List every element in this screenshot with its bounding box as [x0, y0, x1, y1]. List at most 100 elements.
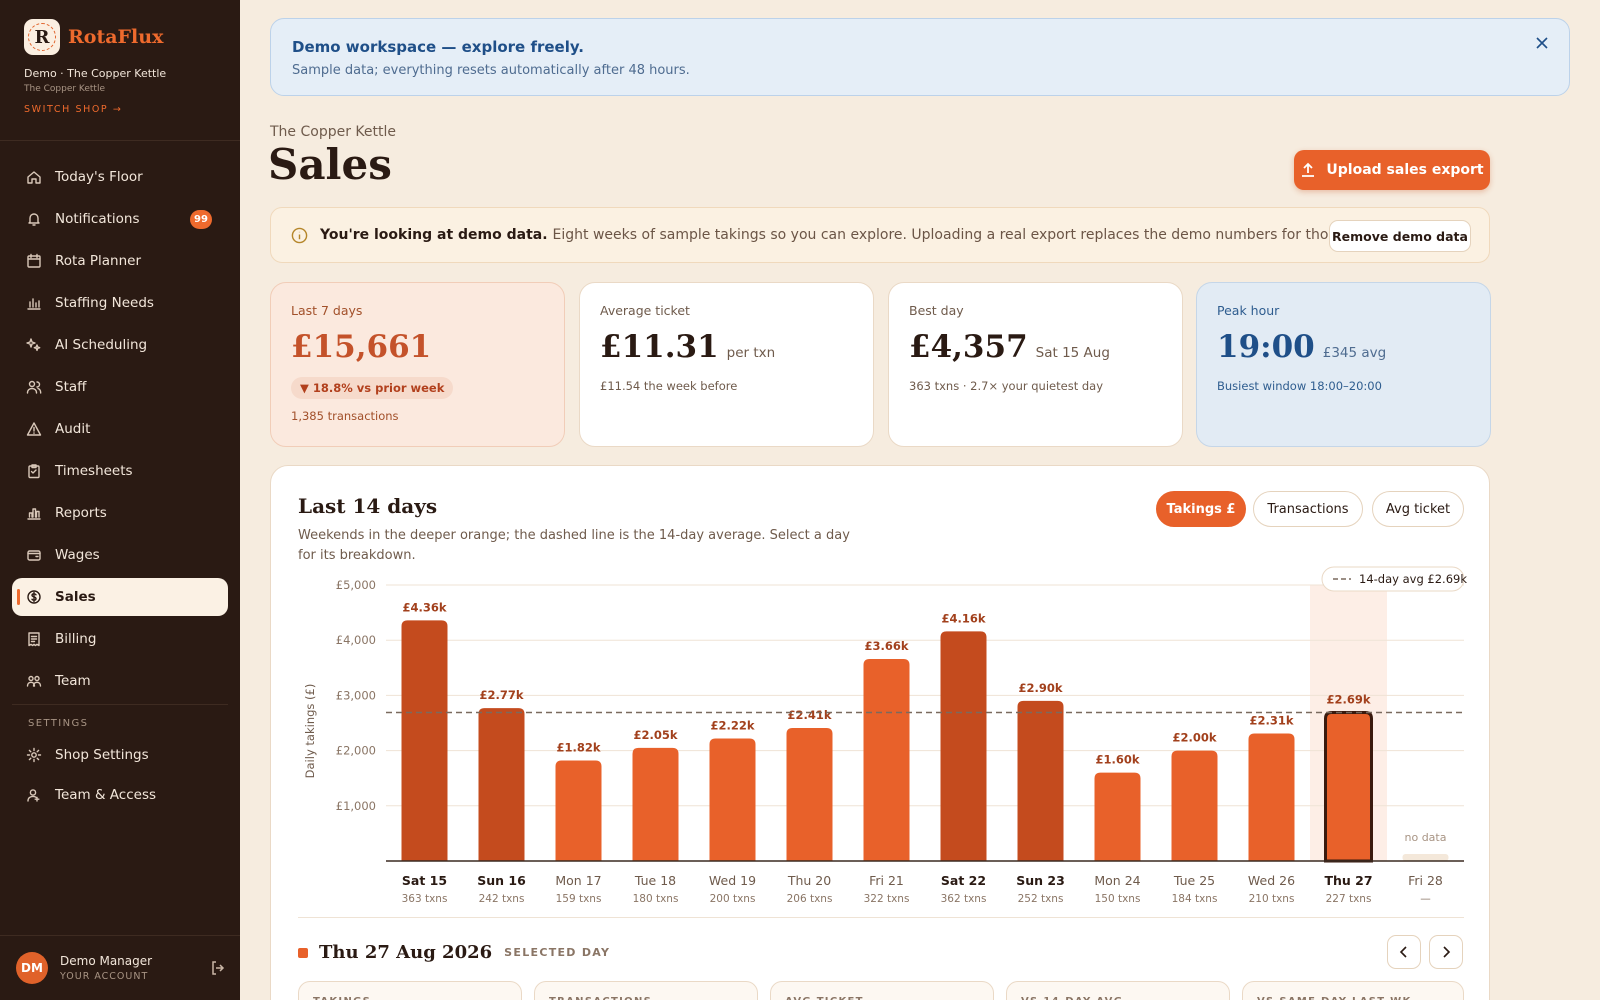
x-tick-label: Mon 24 [1094, 873, 1140, 888]
selected-transactions-card: TRANSACTIONS [534, 981, 758, 1000]
kpi-last-7-days: Last 7 days £15,661 ▼ 18.8% vs prior wee… [270, 282, 565, 447]
bar-value-label: £2.90k [1018, 681, 1062, 695]
bar[interactable] [1324, 711, 1373, 863]
sidebar-item-team[interactable]: Team [12, 662, 228, 700]
transactions-label: 159 txns [556, 893, 602, 905]
sidebar-item-reports[interactable]: Reports [12, 494, 228, 532]
bar[interactable] [478, 708, 525, 861]
sidebar-item-label: Reports [55, 505, 107, 521]
bar[interactable] [555, 760, 602, 861]
user-access-icon [27, 789, 40, 802]
bell-icon [28, 213, 40, 226]
sidebar-item-label: Team [55, 673, 91, 689]
kpi-value: £4,357 [909, 329, 1028, 365]
wallet-icon [27, 550, 41, 561]
sidebar-item-audit[interactable]: Audit [12, 410, 228, 448]
previous-day-button[interactable] [1387, 935, 1421, 969]
sidebar-item-label: Today's Floor [55, 169, 143, 185]
upload-icon [1302, 162, 1315, 177]
sidebar-item-label: Audit [55, 421, 91, 437]
kpi-label: Best day [909, 303, 964, 318]
sidebar-item-notifications[interactable]: Notifications 99 [12, 200, 228, 238]
kpi-change-badge: ▼ 18.8% vs prior week [291, 377, 454, 399]
bar-chart-icon [27, 298, 41, 310]
sidebar-item-staffing-needs[interactable]: Staffing Needs [12, 284, 228, 322]
bar-value-label: £2.31k [1249, 713, 1293, 727]
sidebar-item-staff[interactable]: Staff [12, 368, 228, 406]
sidebar-item-sales[interactable]: Sales [12, 578, 228, 616]
sidebar-item-rota-planner[interactable]: Rota Planner [12, 242, 228, 280]
kpi-unit: £345 avg [1322, 345, 1387, 361]
sidebar-divider [0, 935, 240, 936]
bar[interactable] [786, 727, 833, 861]
kpi-label: Peak hour [1217, 303, 1280, 318]
kpi-unit: per txn [726, 345, 776, 361]
sidebar-item-team-access[interactable]: Team & Access [12, 776, 228, 814]
chart-title: Last 14 days [298, 494, 438, 518]
sidebar-item-shop-settings[interactable]: Shop Settings [12, 736, 228, 774]
clipboard-icon [28, 464, 40, 479]
remove-demo-data-button[interactable]: Remove demo data [1329, 220, 1471, 252]
logout-icon[interactable] [210, 960, 226, 976]
user-account[interactable]: DM Demo Manager YOUR ACCOUNT [16, 952, 226, 984]
upload-sales-export-button[interactable]: Upload sales export [1294, 150, 1490, 190]
kpi-value: 19:00 [1217, 329, 1315, 365]
y-tick-label: £5,000 [336, 578, 376, 592]
selected-vs-last-week-card: VS SAME DAY LAST WK [1242, 981, 1464, 1000]
breadcrumb[interactable]: The Copper Kettle [270, 124, 396, 140]
next-day-button[interactable] [1429, 935, 1463, 969]
x-tick-label: Fri 21 [869, 873, 904, 888]
x-tick-label: Thu 27 [1324, 873, 1372, 888]
transactions-label: 252 txns [1018, 893, 1064, 905]
sidebar-item-wages[interactable]: Wages [12, 536, 228, 574]
bar[interactable] [709, 738, 756, 861]
y-tick-label: £1,000 [336, 799, 376, 813]
toggle-takings[interactable]: Takings £ [1156, 491, 1246, 527]
brand[interactable]: R RotaFlux [24, 19, 163, 55]
bar[interactable] [401, 620, 448, 861]
home-icon [27, 171, 41, 184]
kpi-foot: 1,385 transactions [291, 409, 399, 423]
transactions-label: 362 txns [941, 893, 987, 905]
selected-day-title: Thu 27 Aug 2026 [319, 942, 493, 963]
sidebar-item-label: Sales [55, 589, 96, 605]
sidebar-item-today-s-floor[interactable]: Today's Floor [12, 158, 228, 196]
sidebar-item-label: Billing [55, 631, 97, 647]
close-icon[interactable] [1535, 36, 1549, 50]
sidebar: R RotaFlux Demo · The Copper Kettle The … [0, 0, 240, 1000]
kpi-average-ticket: Average ticket £11.31 per txn £11.54 the … [579, 282, 874, 447]
kpi-foot: £11.54 the week before [600, 379, 738, 393]
people-icon [26, 380, 42, 394]
bar[interactable] [632, 747, 679, 861]
workspace-name: Demo · The Copper Kettle [24, 67, 167, 80]
kpi-value: £11.31 [600, 329, 719, 365]
bar[interactable] [1094, 772, 1141, 861]
y-tick-label: £2,000 [336, 744, 376, 758]
sidebar-item-timesheets[interactable]: Timesheets [12, 452, 228, 490]
chart-description: Weekends in the deeper orange; the dashe… [298, 528, 850, 563]
toggle-avg-ticket[interactable]: Avg ticket [1372, 491, 1464, 527]
bar[interactable] [1017, 700, 1064, 861]
bar-value-label: £2.69k [1326, 693, 1370, 707]
demo-notice-heading: You're looking at demo data. [320, 227, 548, 243]
sidebar-item-label: Staffing Needs [55, 295, 154, 311]
selected-takings-card: TAKINGS [298, 981, 522, 1000]
chart-divider [298, 917, 1464, 918]
demo-notice-text: Eight weeks of sample takings so you can… [552, 227, 1393, 243]
toggle-transactions[interactable]: Transactions [1253, 491, 1363, 527]
sidebar-item-billing[interactable]: Billing [12, 620, 228, 658]
x-tick-label: Sun 16 [477, 873, 526, 888]
coin-icon [27, 590, 41, 604]
bar[interactable] [1248, 733, 1295, 861]
bar[interactable] [863, 658, 910, 861]
transactions-label: 184 txns [1172, 893, 1218, 905]
sidebar-item-label: Shop Settings [55, 747, 149, 763]
transactions-label: 242 txns [479, 893, 525, 905]
sidebar-item-ai-scheduling[interactable]: AI Scheduling [12, 326, 228, 364]
bar[interactable] [940, 631, 987, 861]
switch-shop-link[interactable]: SWITCH SHOP → [24, 104, 122, 115]
sidebar-item-label: Team & Access [55, 787, 157, 803]
bar-value-label: £4.36k [402, 600, 446, 614]
transactions-label: 150 txns [1095, 893, 1141, 905]
bar[interactable] [1171, 750, 1218, 861]
